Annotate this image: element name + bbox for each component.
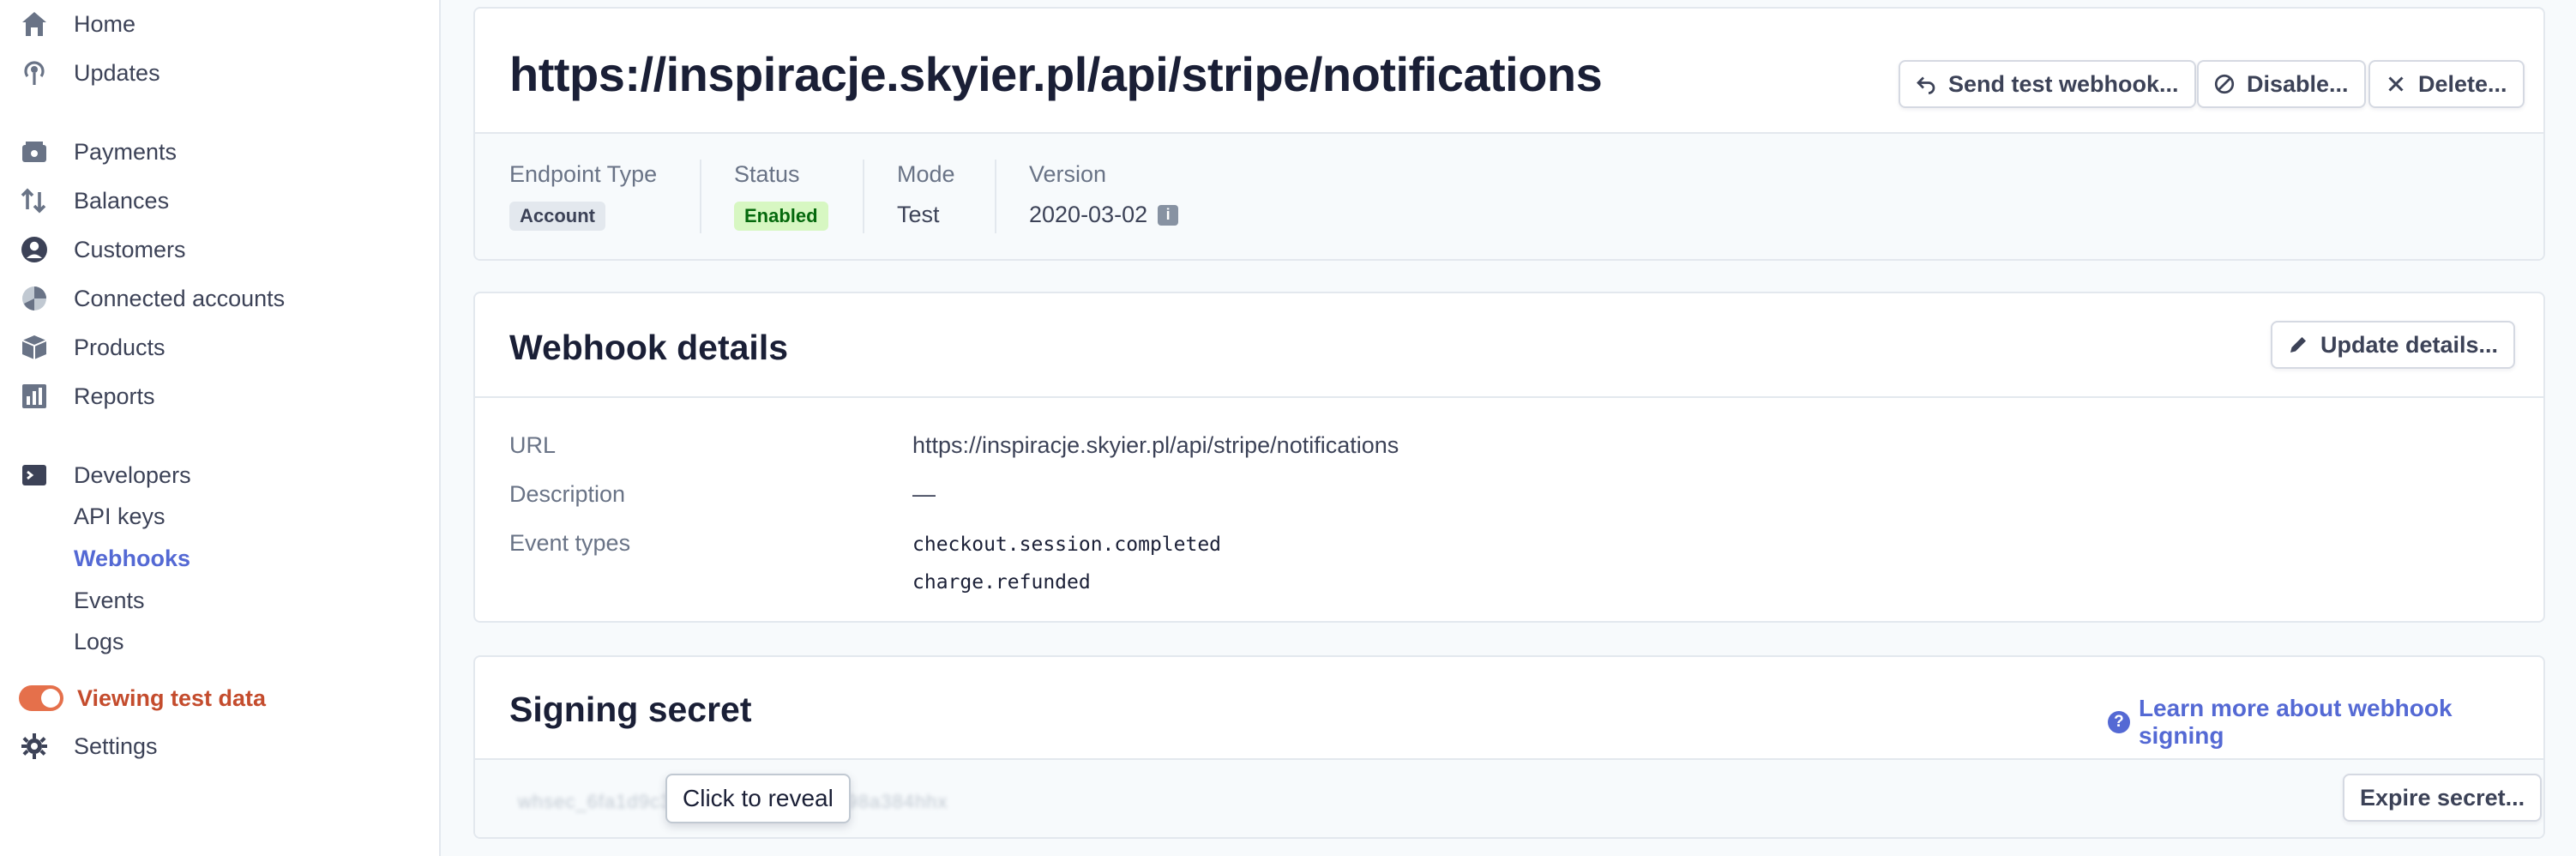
meta-label: Status [734,161,800,187]
sidebar-item-products[interactable]: Products [19,327,430,368]
button-label: Update details... [2320,331,2499,358]
sidebar-item-connected-accounts[interactable]: Connected accounts [19,278,430,319]
button-label: Expire secret... [2360,784,2525,811]
button-label: Disable... [2247,70,2349,97]
endpoint-summary: Endpoint Type Account Status Enabled Mod… [475,132,2543,259]
endpoint-header-card: https://inspiracje.skyier.pl/api/stripe/… [473,7,2545,261]
signing-secret-card: Signing secret ? Learn more about webhoo… [473,655,2545,839]
sidebar-subitem-logs[interactable]: Logs [74,623,124,660]
endpoint-mode: Mode Test [897,161,955,228]
status-badge: Enabled [734,202,828,231]
sidebar-item-label: Connected accounts [74,285,286,311]
sidebar-item-label: Developers [74,461,191,488]
endpoint-type: Endpoint Type Account [509,161,657,231]
sidebar-item-developers[interactable]: Developers [19,455,430,496]
delete-button[interactable]: Delete... [2368,60,2525,108]
button-label: Click to reveal [683,785,834,811]
button-label: Delete... [2418,70,2507,97]
endpoint-status: Status Enabled [734,161,828,231]
sidebar-item-label: Products [74,334,166,360]
payments-icon [19,136,50,167]
home-icon [19,9,50,39]
sidebar-item-customers[interactable]: Customers [19,229,430,270]
detail-value-url: https://inspiracje.skyier.pl/api/stripe/… [912,432,1399,458]
send-test-webhook-button[interactable]: Send test webhook... [1899,60,2196,108]
divider [995,160,996,233]
help-icon: ? [2108,711,2130,733]
detail-label-event-types: Event types [509,530,631,556]
sidebar-subitem-label: API keys [74,503,166,529]
broadcast-icon [19,57,50,88]
product-box-icon [19,332,50,363]
test-data-toggle-row[interactable]: Viewing test data [19,678,430,719]
meta-label: Version [1029,161,1107,187]
expire-secret-button[interactable]: Expire secret... [2343,774,2543,822]
info-icon[interactable]: i [1158,204,1179,226]
sidebar-item-reports[interactable]: Reports [19,376,430,417]
sidebar-item-label: Settings [74,732,158,759]
version-value: 2020-03-02 [1029,202,1148,227]
sidebar-item-updates[interactable]: Updates [19,52,430,93]
test-data-toggle[interactable] [19,685,63,711]
close-icon [2386,74,2406,94]
sidebar-item-label: Home [74,10,136,37]
meta-label: Endpoint Type [509,161,658,187]
sidebar-item-label: Reports [74,383,155,409]
balances-icon [19,185,50,216]
detail-label-url: URL [509,432,557,458]
sidebar-subitem-label: Logs [74,628,124,654]
reply-arrow-icon [1916,74,1936,94]
section-title: Signing secret [509,690,752,729]
sidebar-item-label: Updates [74,59,160,86]
sidebar-item-label: Customers [74,236,186,262]
sidebar-subitem-label: Events [74,587,145,613]
test-data-label: Viewing test data [77,684,267,711]
meta-label: Mode [897,161,955,187]
learn-more-webhook-signing-link[interactable]: ? Learn more about webhook signing [2108,695,2543,750]
click-to-reveal-button[interactable]: Click to reveal [665,774,851,823]
sidebar-subitem-webhooks[interactable]: Webhooks [74,540,190,577]
update-details-button[interactable]: Update details... [2271,321,2516,369]
customer-icon [19,234,50,265]
endpoint-type-badge: Account [509,202,605,231]
disable-icon [2214,74,2235,94]
sidebar-item-label: Balances [74,187,170,214]
divider [475,396,2543,398]
sidebar: Home Updates Payments Balances Customers… [0,0,441,856]
button-label: Send test webhook... [1948,70,2179,97]
gear-icon [19,731,50,762]
terminal-icon [19,460,50,491]
reports-icon [19,381,50,412]
sidebar-item-payments[interactable]: Payments [19,131,430,172]
mode-value: Test [897,202,940,227]
sidebar-item-balances[interactable]: Balances [19,180,430,221]
sidebar-subitem-label: Webhooks [74,545,191,571]
divider [700,160,701,233]
link-label: Learn more about webhook signing [2138,695,2453,749]
sidebar-subitem-events[interactable]: Events [74,582,145,619]
detail-label-description: Description [509,481,626,507]
sidebar-item-label: Payments [74,138,178,165]
sidebar-subitem-api-keys[interactable]: API keys [74,497,166,535]
pencil-icon [2288,335,2308,355]
signing-secret-row: whsec_6fa1d9c3b87e2f440a1d5c2398a384hhx … [475,758,2543,837]
connected-accounts-icon [19,283,50,314]
event-type-item: charge.refunded [912,571,1091,594]
sidebar-item-home[interactable]: Home [19,3,430,45]
detail-value-description: — [912,481,936,507]
divider [863,160,864,233]
endpoint-version: Version 2020-03-02 i [1029,161,1179,228]
sidebar-item-settings[interactable]: Settings [19,726,430,767]
disable-button[interactable]: Disable... [2197,60,2366,108]
endpoint-url-title: https://inspiracje.skyier.pl/api/stripe/… [509,47,1603,101]
webhook-details-card: Webhook details Update details... URL ht… [473,292,2545,623]
section-title: Webhook details [509,328,789,367]
event-type-item: checkout.session.completed [912,533,1222,556]
